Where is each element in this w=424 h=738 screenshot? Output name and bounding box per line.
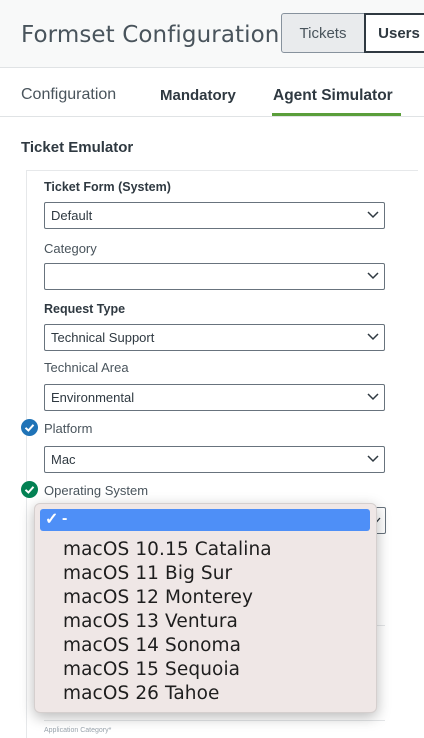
chevron-down-icon	[367, 455, 379, 463]
platform-value: Mac	[51, 452, 76, 467]
technical-area-value: Environmental	[51, 390, 135, 405]
active-tab-indicator	[272, 113, 401, 116]
users-button[interactable]: Users	[364, 13, 424, 53]
technical-area-label: Technical Area	[44, 360, 129, 375]
request-type-select[interactable]: Technical Support	[44, 324, 385, 351]
page-title: Formset Configuration	[21, 22, 280, 48]
dropdown-option[interactable]: macOS 15 Sequoia	[63, 659, 240, 680]
platform-label: Platform	[44, 421, 93, 436]
dropdown-option[interactable]: macOS 10.15 Catalina	[63, 539, 272, 560]
dropdown-option[interactable]: macOS 26 Tahoe	[63, 683, 220, 704]
dropdown-option-selected[interactable]: ✓ -	[40, 509, 370, 531]
check-circle-icon	[21, 481, 38, 498]
section-title: Ticket Emulator	[21, 139, 134, 156]
dropdown-selected-label: -	[62, 510, 68, 527]
chevron-down-icon	[367, 211, 379, 219]
header-bar: Formset Configuration Tickets Users	[0, 0, 424, 68]
request-type-value: Technical Support	[51, 330, 155, 345]
chevron-down-icon	[367, 333, 379, 341]
dropdown-option[interactable]: macOS 12 Monterey	[63, 587, 253, 608]
request-type-label: Request Type	[44, 302, 126, 316]
application-category-label: Application Category*	[44, 727, 112, 734]
ticket-form-select[interactable]: Default	[44, 202, 385, 229]
tab-bar: Configuration Mandatory Agent Simulator	[0, 68, 424, 117]
operating-system-dropdown[interactable]: ✓ - macOS 10.15 Catalina macOS 11 Big Su…	[34, 503, 377, 713]
divider	[44, 720, 385, 721]
tab-agent-simulator[interactable]: Agent Simulator	[273, 87, 393, 105]
ticket-form-value: Default	[51, 208, 93, 223]
category-select[interactable]	[44, 263, 385, 290]
chevron-down-icon	[367, 272, 379, 280]
tab-configuration[interactable]: Configuration	[21, 86, 116, 104]
dropdown-option[interactable]: macOS 14 Sonoma	[63, 635, 241, 656]
ticket-form-label: Ticket Form (System)	[44, 180, 171, 194]
platform-select[interactable]: Mac	[44, 446, 385, 473]
chevron-down-icon	[367, 393, 379, 401]
tickets-button[interactable]: Tickets	[281, 13, 365, 53]
category-label: Category	[44, 241, 97, 256]
dropdown-option[interactable]: macOS 13 Ventura	[63, 611, 238, 632]
technical-area-select[interactable]: Environmental	[44, 384, 385, 411]
operating-system-label: Operating System	[44, 483, 149, 498]
checkmark-icon: ✓	[45, 511, 59, 528]
dropdown-option[interactable]: macOS 11 Big Sur	[63, 563, 232, 584]
check-circle-icon	[21, 419, 38, 436]
tab-mandatory[interactable]: Mandatory	[160, 87, 236, 104]
